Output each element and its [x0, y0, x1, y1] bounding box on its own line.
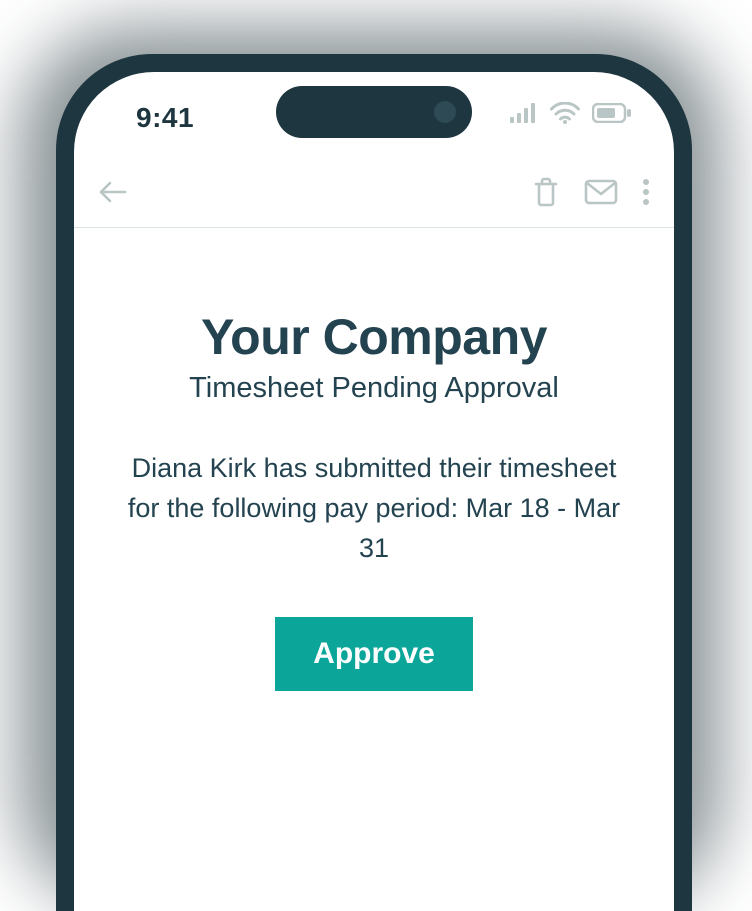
wifi-icon [550, 102, 580, 124]
mail-icon[interactable] [584, 179, 618, 205]
battery-icon [592, 103, 632, 123]
dynamic-island [276, 86, 472, 138]
status-time: 9:41 [136, 102, 194, 134]
cellular-icon [510, 103, 538, 123]
email-toolbar [74, 156, 674, 228]
status-bar: 9:41 [74, 72, 674, 156]
email-body: Your Company Timesheet Pending Approval … [74, 228, 674, 691]
trash-icon[interactable] [532, 177, 560, 207]
email-message: Diana Kirk has submitted their timesheet… [124, 449, 624, 569]
phone-screen: 9:41 [74, 72, 674, 911]
more-vertical-icon[interactable] [642, 178, 650, 206]
email-subject: Timesheet Pending Approval [74, 372, 674, 405]
status-indicators [510, 102, 632, 124]
phone-frame: 9:41 [56, 54, 692, 911]
company-name: Your Company [74, 308, 674, 366]
approve-button[interactable]: Approve [275, 617, 473, 691]
back-arrow-icon[interactable] [98, 180, 128, 204]
